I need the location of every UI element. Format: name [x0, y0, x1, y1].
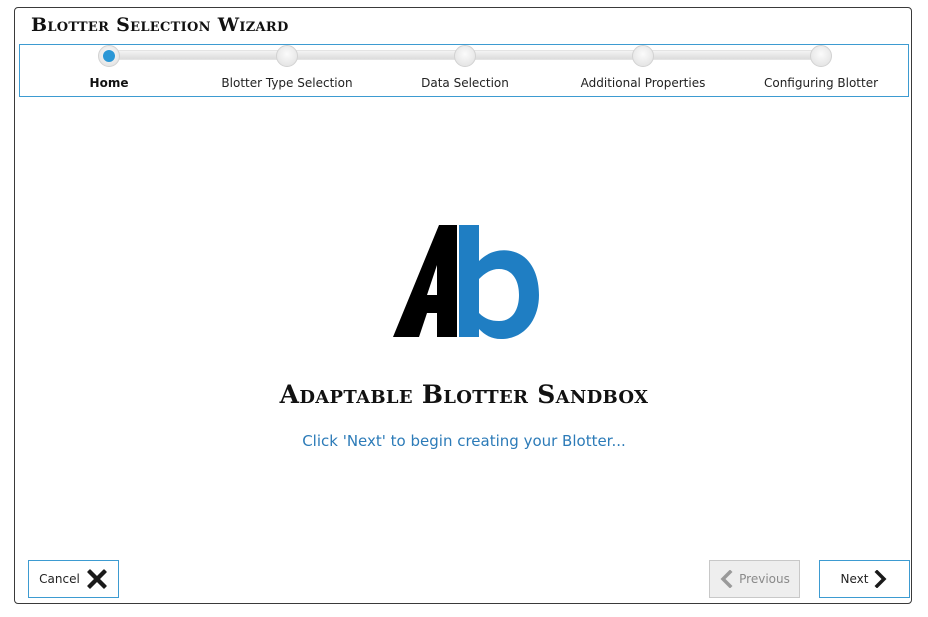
step-data-selection[interactable]: Data Selection	[380, 45, 550, 96]
previous-button[interactable]: Previous	[709, 560, 800, 598]
wizard-stepper: Home Blotter Type Selection Data Selecti…	[19, 44, 909, 97]
step-home[interactable]: Home	[24, 45, 194, 96]
step-label: Configuring Blotter	[763, 76, 879, 90]
wizard-dialog: Blotter Selection Wizard Home Blotter Ty…	[14, 7, 912, 604]
instruction-text: Click 'Next' to begin creating your Blot…	[302, 432, 626, 450]
step-label: Additional Properties	[580, 76, 706, 90]
next-button-label: Next	[840, 572, 869, 586]
cancel-button-label: Cancel	[39, 572, 80, 586]
step-additional-properties[interactable]: Additional Properties	[558, 45, 728, 96]
step-dot	[810, 45, 832, 67]
sandbox-title: Adaptable Blotter Sandbox	[279, 380, 649, 409]
dialog-title: Blotter Selection Wizard	[31, 14, 289, 36]
next-button[interactable]: Next	[819, 560, 910, 598]
step-label: Data Selection	[421, 76, 509, 90]
step-blotter-type-selection[interactable]: Blotter Type Selection	[202, 45, 372, 96]
step-dot	[632, 45, 654, 67]
previous-button-label: Previous	[739, 572, 790, 586]
step-label: Home	[89, 76, 129, 90]
step-configuring-blotter[interactable]: Configuring Blotter	[736, 45, 906, 96]
step-dot	[454, 45, 476, 67]
chevron-left-icon	[720, 570, 733, 588]
step-dot-active	[98, 45, 120, 67]
step-label: Blotter Type Selection	[221, 76, 353, 90]
chevron-right-icon	[875, 570, 887, 588]
close-x-icon	[87, 569, 107, 589]
adaptable-blotter-logo	[393, 225, 539, 339]
cancel-button[interactable]: Cancel	[28, 560, 119, 598]
step-dot	[276, 45, 298, 67]
